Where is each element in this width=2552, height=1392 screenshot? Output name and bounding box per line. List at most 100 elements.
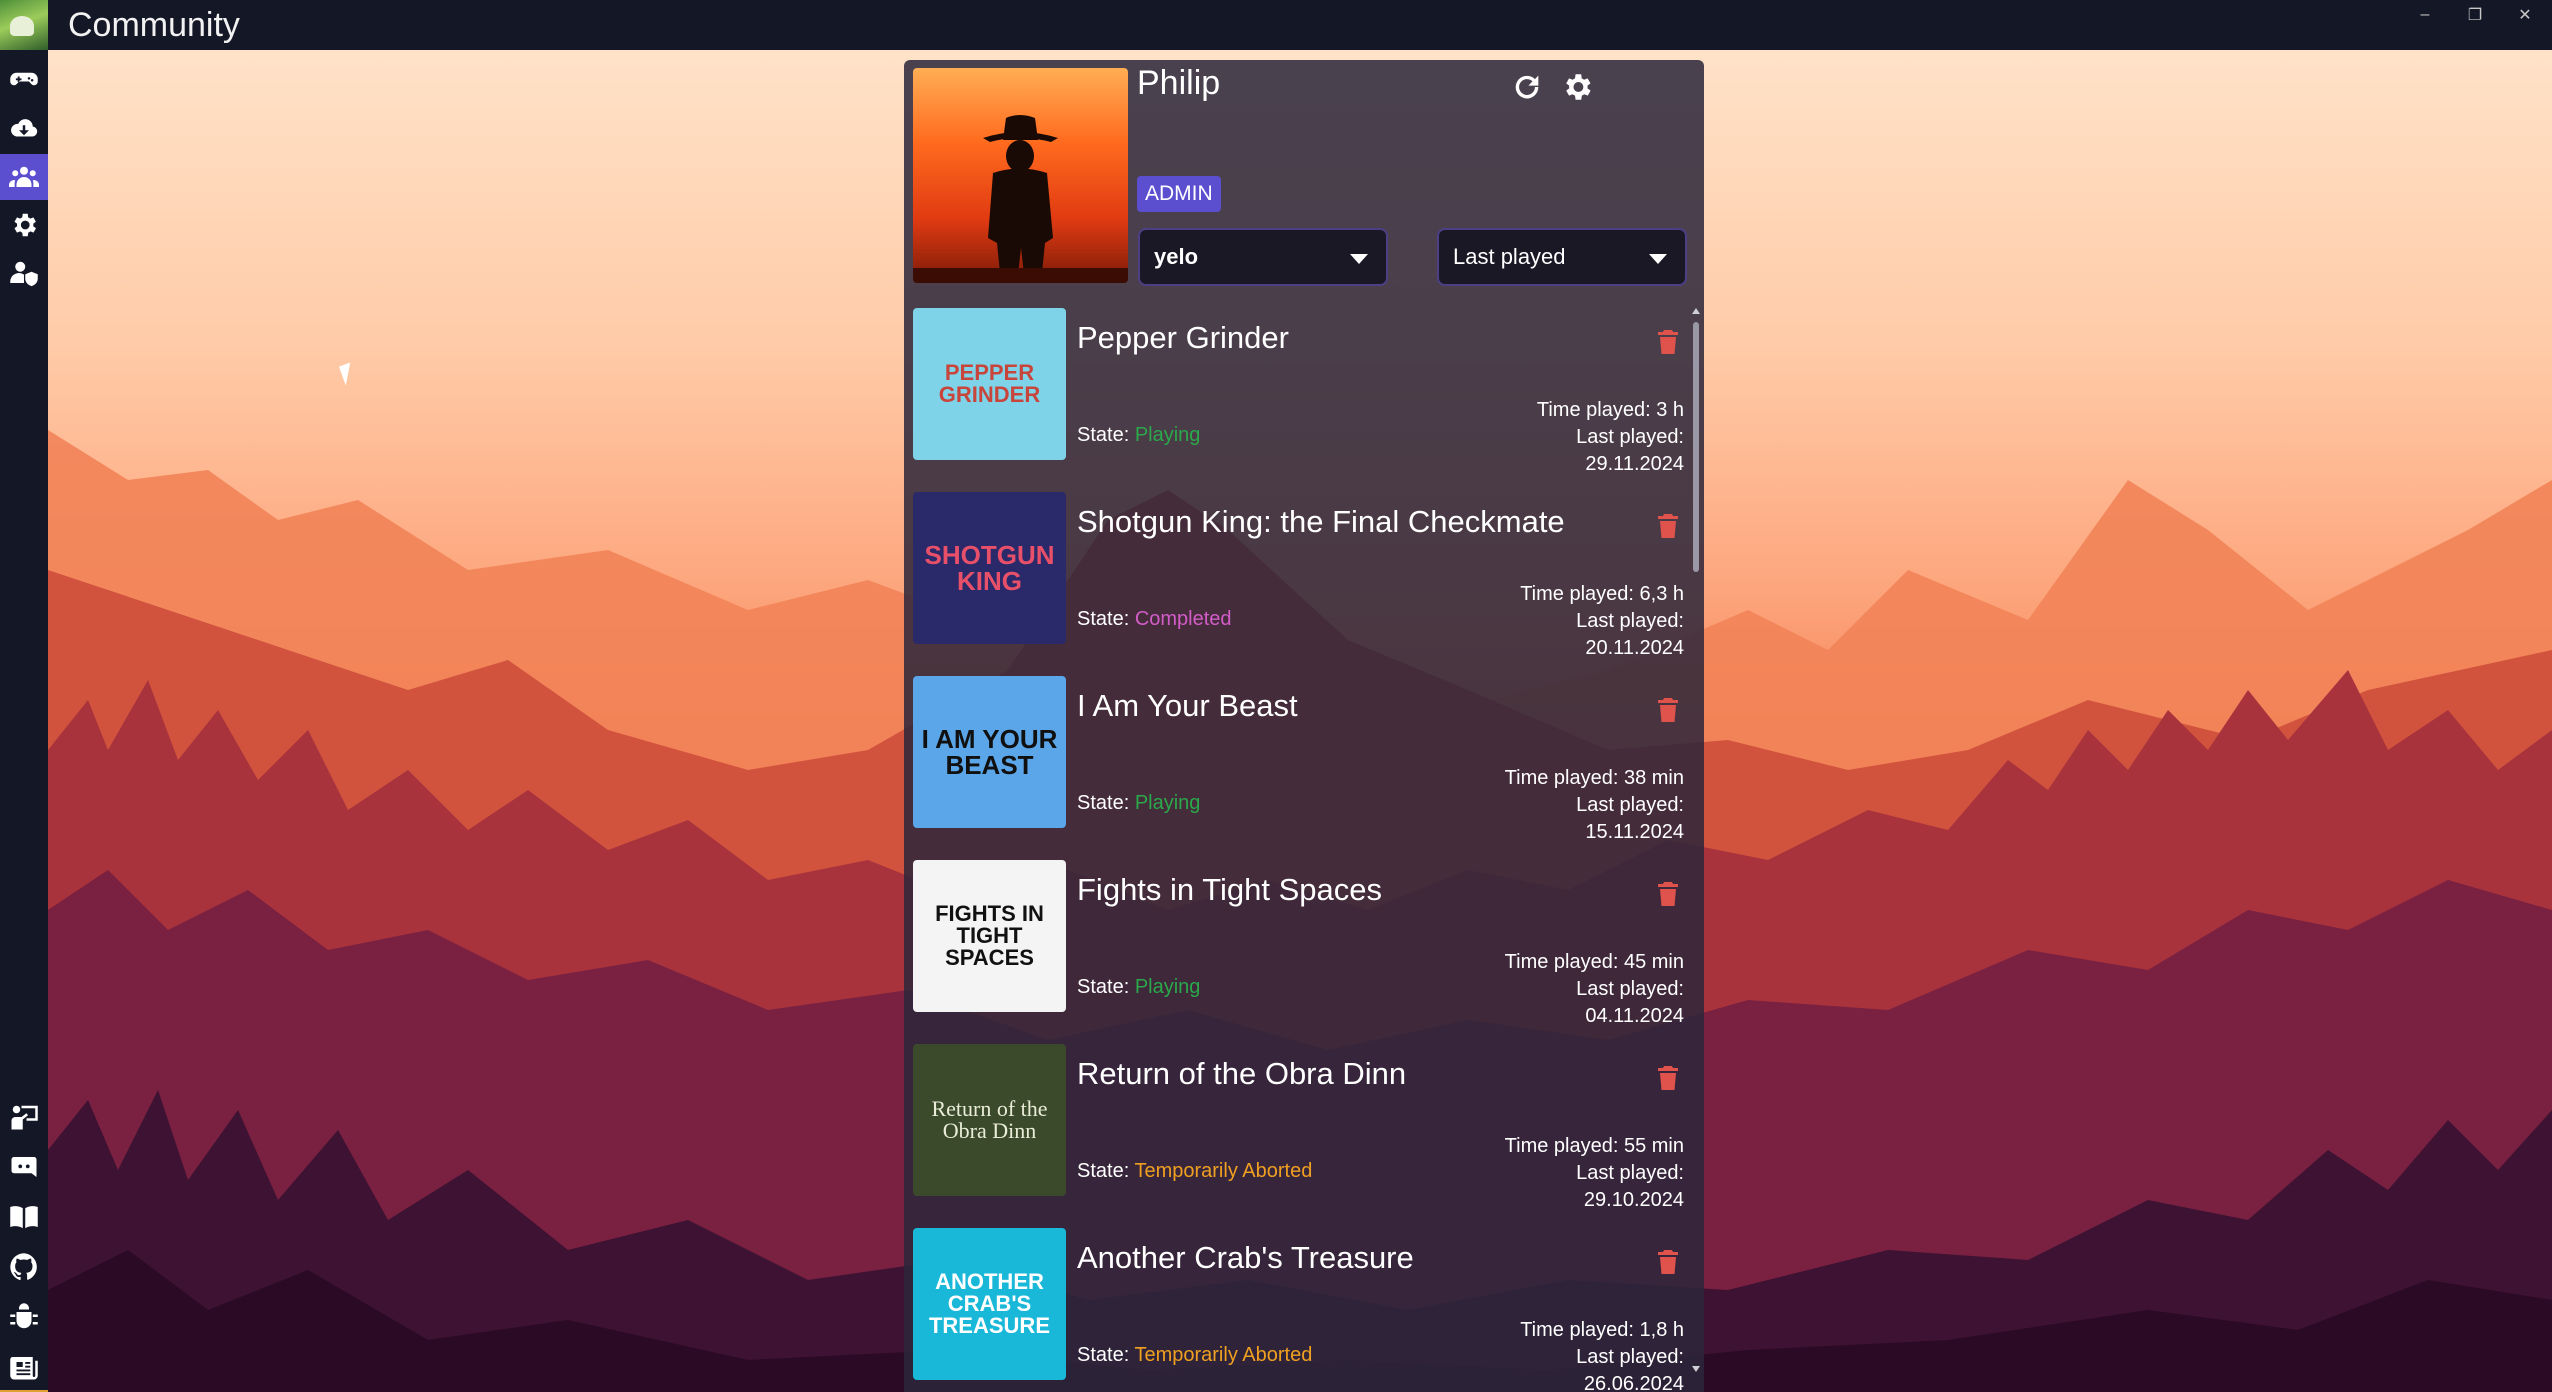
time-played-value: 55 min — [1623, 1135, 1684, 1157]
state-label: State: — [1077, 792, 1135, 814]
gear-icon — [14, 213, 36, 237]
game-cover: PEPPER GRINDER — [913, 308, 1066, 460]
bug-icon — [10, 1303, 38, 1329]
discord-icon — [11, 1157, 37, 1177]
game-state: State: Playing — [1077, 792, 1200, 815]
time-played: Time played: 38 min — [1472, 765, 1684, 792]
last-played-value: 04.11.2024 — [1585, 1005, 1684, 1027]
state-label: State: — [1077, 424, 1135, 446]
delete-game-button[interactable] — [1658, 1066, 1678, 1090]
game-cover: SHOTGUN KING — [913, 492, 1066, 644]
delete-game-button[interactable] — [1658, 330, 1678, 354]
last-played-value: 26.06.2024 — [1583, 1373, 1684, 1392]
profile-settings-button[interactable] — [1556, 66, 1598, 108]
game-state: State: Temporarily Aborted — [1077, 1160, 1312, 1183]
game-cover-art: SHOTGUN KING — [924, 540, 1055, 596]
chevron-down-icon — [1649, 254, 1667, 264]
last-played-value: 15.11.2024 — [1585, 821, 1684, 843]
last-played: Last played: 29.10.2024 — [1472, 1160, 1684, 1214]
close-button[interactable]: ✕ — [2516, 5, 2534, 25]
user-presentation-icon — [11, 1105, 38, 1130]
scroll-up-arrow[interactable] — [1692, 308, 1700, 314]
scroll-thumb[interactable] — [1693, 322, 1699, 572]
game-stats: Time played: 55 min Last played: 29.10.2… — [1472, 1133, 1684, 1214]
title-bar: Community – ❐ ✕ — [0, 0, 2552, 50]
game-row[interactable]: SHOTGUN KING Shotgun King: the Final Che… — [904, 484, 1694, 659]
game-state: State: Temporarily Aborted — [1077, 1344, 1312, 1367]
sidebar-item-docs[interactable] — [0, 1194, 48, 1240]
delete-game-button[interactable] — [1658, 1250, 1678, 1274]
game-cover-art: FIGHTS IN TIGHT SPACES — [935, 901, 1044, 970]
user-select[interactable]: yelo — [1138, 228, 1388, 286]
game-stats: Time played: 1,8 h Last played: 26.06.20… — [1472, 1317, 1684, 1392]
game-cover-art: ANOTHER CRAB'S TREASURE — [928, 1269, 1050, 1338]
sidebar-item-admin[interactable] — [0, 250, 48, 296]
admin-badge: ADMIN — [1137, 176, 1221, 212]
app-logo — [0, 0, 48, 50]
state-value: Temporarily Aborted — [1134, 1344, 1313, 1366]
game-title: I Am Your Beast — [1077, 688, 1298, 723]
maximize-button[interactable]: ❐ — [2466, 5, 2484, 25]
delete-game-button[interactable] — [1658, 698, 1678, 722]
game-cover-art: I AM YOUR BEAST — [921, 724, 1058, 780]
time-played-label: Time played: — [1536, 399, 1657, 421]
time-played-label: Time played: — [1520, 583, 1640, 605]
last-played-value: 20.11.2024 — [1585, 637, 1684, 659]
game-cover: FIGHTS IN TIGHT SPACES — [913, 860, 1066, 1012]
game-title: Another Crab's Treasure — [1077, 1240, 1414, 1275]
game-list-scrollbar[interactable] — [1692, 308, 1700, 1383]
minimize-button[interactable]: – — [2416, 6, 2434, 24]
sidebar-item-github[interactable] — [0, 1244, 48, 1290]
window-controls: – ❐ ✕ — [2416, 0, 2534, 30]
last-played-label: Last played: — [1576, 978, 1684, 1000]
game-row[interactable]: Return of the Obra Dinn Return of the Ob… — [904, 1036, 1694, 1211]
sidebar-item-downloads[interactable] — [0, 106, 48, 152]
time-played-value: 6,3 h — [1639, 583, 1684, 605]
game-stats: Time played: 6,3 h Last played: 20.11.20… — [1472, 581, 1684, 662]
time-played: Time played: 1,8 h — [1472, 1317, 1684, 1344]
refresh-button[interactable] — [1506, 66, 1548, 108]
trash-icon — [1658, 1066, 1678, 1090]
sort-select[interactable]: Last played — [1437, 228, 1687, 286]
profile-name: Philip — [1137, 64, 1221, 102]
game-cover: I AM YOUR BEAST — [913, 676, 1066, 828]
game-title: Pepper Grinder — [1077, 320, 1289, 355]
sidebar-item-discord[interactable] — [0, 1144, 48, 1190]
game-cover: Return of the Obra Dinn — [913, 1044, 1066, 1196]
sidebar-item-presentation[interactable] — [0, 1094, 48, 1140]
time-played-label: Time played: — [1520, 1319, 1640, 1341]
github-icon — [10, 1253, 37, 1281]
state-value: Playing — [1134, 424, 1201, 446]
last-played: Last played: 29.11.2024 — [1472, 424, 1684, 478]
game-row[interactable]: PEPPER GRINDER Pepper Grinder State: Pla… — [904, 300, 1694, 475]
game-row[interactable]: FIGHTS IN TIGHT SPACES Fights in Tight S… — [904, 852, 1694, 1027]
time-played-label: Time played: — [1504, 951, 1624, 973]
sidebar-item-community[interactable] — [0, 154, 48, 200]
last-played-value: 29.11.2024 — [1585, 453, 1684, 475]
state-value: Completed — [1134, 608, 1232, 630]
book-icon — [10, 1206, 38, 1229]
delete-game-button[interactable] — [1658, 514, 1678, 538]
game-state: State: Playing — [1077, 976, 1200, 999]
state-value: Playing — [1134, 792, 1201, 814]
users-icon — [9, 166, 39, 187]
last-played: Last played: 15.11.2024 — [1472, 792, 1684, 846]
last-played: Last played: 04.11.2024 — [1472, 976, 1684, 1030]
game-title: Return of the Obra Dinn — [1077, 1056, 1407, 1091]
sidebar-item-bug-report[interactable] — [0, 1294, 48, 1340]
scroll-down-arrow[interactable] — [1692, 1366, 1700, 1372]
profile-panel: Philip ADMIN yelo Last played PEPPER GRI… — [904, 60, 1704, 1392]
last-played: Last played: 20.11.2024 — [1472, 608, 1684, 662]
game-row[interactable]: ANOTHER CRAB'S TREASURE Another Crab's T… — [904, 1220, 1694, 1392]
sidebar-item-news[interactable] — [0, 1344, 48, 1390]
sidebar-item-library[interactable] — [0, 56, 48, 102]
state-label: State: — [1077, 1344, 1135, 1366]
sidebar-item-settings[interactable] — [0, 202, 48, 248]
delete-game-button[interactable] — [1658, 882, 1678, 906]
state-value: Temporarily Aborted — [1134, 1160, 1313, 1182]
profile-avatar — [913, 68, 1128, 283]
cowboy-silhouette — [913, 115, 1128, 283]
sort-select-value: Last played — [1453, 244, 1566, 269]
sidebar — [0, 50, 48, 1392]
game-row[interactable]: I AM YOUR BEAST I Am Your Beast State: P… — [904, 668, 1694, 843]
